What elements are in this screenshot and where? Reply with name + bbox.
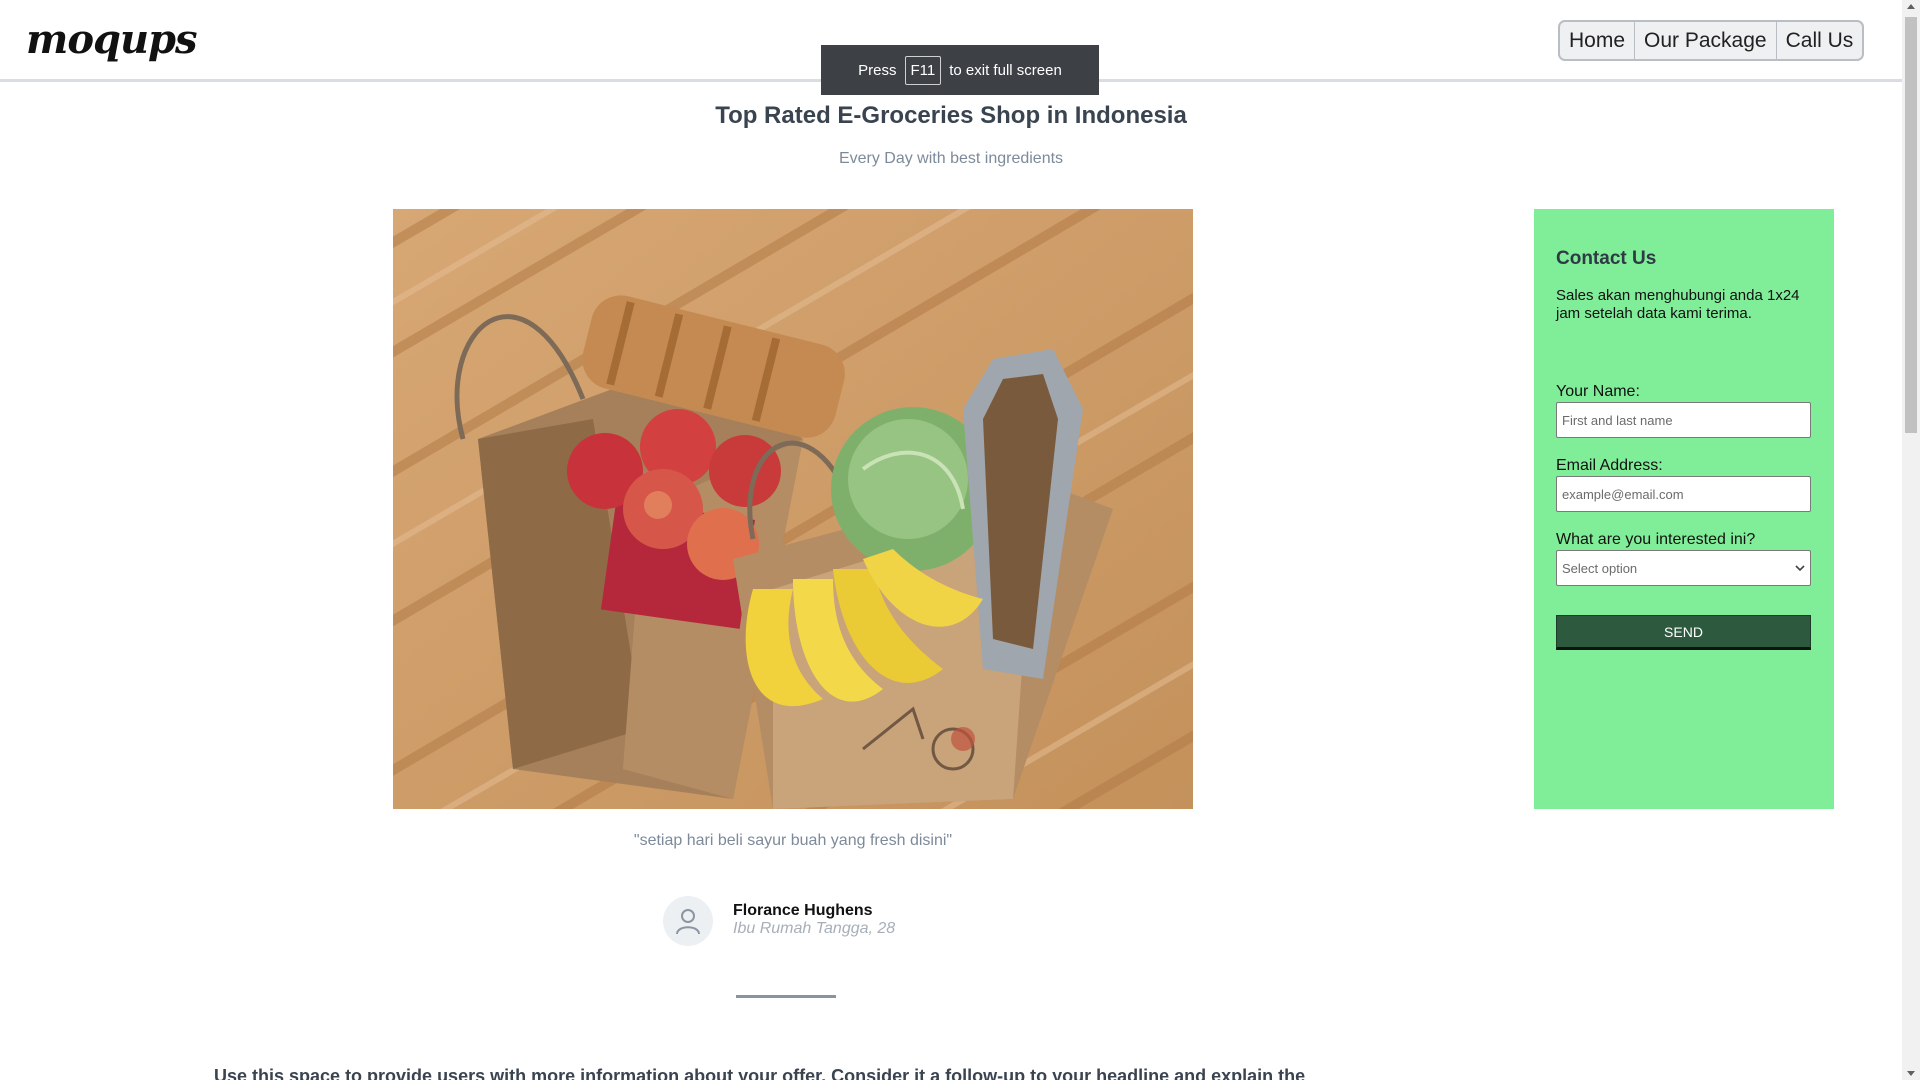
select-value: Select option [1562, 560, 1638, 576]
send-button[interactable]: SEND [1556, 615, 1811, 650]
fullscreen-toast: Press F11 to exit full screen [821, 45, 1099, 95]
nav-call-us[interactable]: Call Us [1777, 22, 1863, 59]
vertical-scrollbar[interactable] [1902, 0, 1920, 1080]
nav-home[interactable]: Home [1560, 22, 1636, 59]
name-input[interactable] [1556, 402, 1811, 438]
nav-our-package[interactable]: Our Package [1635, 22, 1777, 59]
info-paragraph: Use this space to provide users with mor… [214, 1066, 1306, 1080]
scrollbar-thumb[interactable] [1905, 17, 1917, 433]
email-input[interactable] [1556, 476, 1811, 512]
contact-panel: Contact Us Sales akan menghubungi anda 1… [1534, 209, 1834, 809]
name-label: Your Name: [1556, 383, 1640, 400]
hero-quote: "setiap hari beli sayur buah yang fresh … [633, 832, 953, 849]
user-icon [676, 909, 700, 935]
email-label: Email Address: [1556, 457, 1663, 474]
toast-rest-text: to exit full screen [949, 61, 1062, 79]
main-nav: Home Our Package Call Us [1558, 20, 1865, 61]
avatar [663, 896, 713, 946]
interest-select[interactable]: Select option [1556, 550, 1811, 586]
toast-key: F11 [904, 55, 942, 85]
contact-title: Contact Us [1556, 248, 1657, 269]
interest-label: What are you interested ini? [1556, 531, 1756, 548]
scroll-up-arrow-icon[interactable] [1907, 4, 1915, 9]
author-role: Ibu Rumah Tangga, 28 [733, 920, 896, 937]
page-subtitle: Every Day with best ingredients [838, 150, 1064, 167]
section-divider [736, 995, 836, 998]
contact-description: Sales akan menghubungi anda 1x24 jam set… [1556, 287, 1800, 322]
chevron-down-icon [1795, 565, 1805, 572]
scroll-down-arrow-icon[interactable] [1907, 1071, 1915, 1076]
page-title: Top Rated E-Groceries Shop in Indonesia [715, 102, 1187, 129]
toast-press-text: Press [858, 61, 897, 79]
author-name: Florance Hughens [733, 902, 873, 919]
hero-grocery-image [393, 209, 1193, 809]
logo[interactable]: moqups [26, 16, 198, 63]
